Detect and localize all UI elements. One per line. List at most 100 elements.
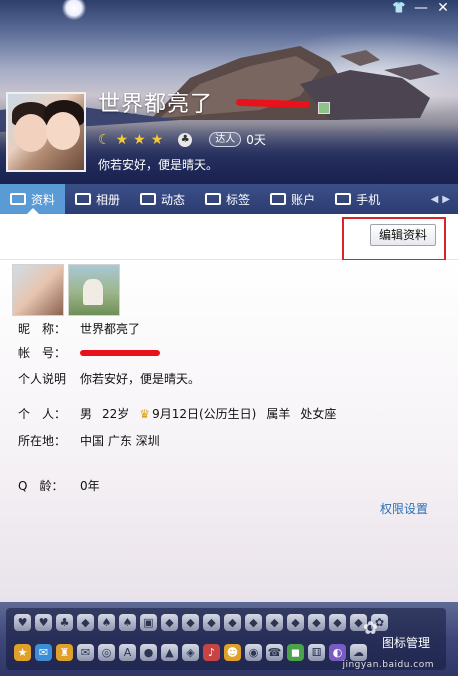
tab-tags[interactable]: 标签 (195, 184, 260, 214)
redacted-account-number (80, 349, 160, 356)
dice-icon[interactable]: ⚅ (308, 644, 325, 661)
field-label: 所在地： (18, 434, 67, 448)
window-controls: 👕 — ✕ (388, 0, 454, 18)
icon-row-top: ♥ ♥ ♣ ◆ ♠ ♠ ▣ ◆ ◆ ◆ ◆ ◆ ◆ ◆ ◆ ◆ ◆ ✿ (14, 614, 388, 631)
penguin-icon[interactable]: ♣ (178, 132, 193, 147)
minimize-button[interactable]: — (410, 0, 432, 18)
mail-app-icon[interactable]: ✉ (35, 644, 52, 661)
birthday: 9月12日(公历生日) (152, 407, 257, 421)
edit-pencil-icon[interactable] (318, 102, 330, 114)
graduation-cap-icon[interactable]: ▲ (161, 644, 178, 661)
status-badge[interactable]: 达人 (209, 132, 242, 147)
avatar[interactable] (6, 92, 86, 172)
row-qage: Q 龄： 0年 (18, 477, 100, 494)
diamond-badge-icon[interactable]: ◆ (245, 614, 262, 631)
star-badge-icon[interactable]: ★ (14, 644, 31, 661)
diamond-badge-icon[interactable]: ◆ (224, 614, 241, 631)
penguin-badge-icon[interactable]: ♠ (98, 614, 115, 631)
diamond-badge-icon[interactable]: ◆ (203, 614, 220, 631)
zodiac: 属羊 (266, 407, 291, 421)
active-days: 0天 (246, 133, 266, 147)
game-badge-icon[interactable]: ♜ (56, 644, 73, 661)
birthday-group: ♛ 9月12日(公历生日) (139, 405, 256, 422)
level-star-icon: ★ (133, 131, 146, 148)
field-label: Q 龄： (18, 479, 64, 493)
wallet-icon (270, 193, 287, 205)
row-nickname: 昵 称： 世界都亮了 (18, 320, 140, 337)
tab-album[interactable]: 相册 (65, 184, 130, 214)
field-value: 你若安好，便是晴天。 (80, 372, 201, 386)
profile-nickname: 世界都亮了 (98, 92, 214, 117)
row-location: 所在地： 中国 广东 深圳 (18, 432, 160, 449)
heart-badge-icon[interactable]: ♥ (14, 614, 31, 631)
diamond-badge-icon[interactable]: ◆ (266, 614, 283, 631)
field-value: 0年 (80, 479, 100, 493)
diamond-badge-icon[interactable]: ◆ (77, 614, 94, 631)
tab-bar: 资料 相册 动态 标签 账户 手机 ◀▶ (0, 184, 458, 214)
profile-details: 昵 称： 世界都亮了 帐 号： 个人说明 你若安好，便是晴天。 个 人： 男 2… (0, 260, 458, 602)
tab-label: 手机 (356, 192, 381, 207)
photo-album-icon (75, 193, 92, 205)
speech-icon[interactable]: ◐ (329, 644, 346, 661)
chat-bubble-icon[interactable]: ● (140, 644, 157, 661)
diamond-badge-icon[interactable]: ◆ (329, 614, 346, 631)
field-value (80, 349, 160, 356)
car-icon[interactable]: ◼ (287, 644, 304, 661)
bookmark-icon (205, 193, 222, 205)
tab-mobile[interactable]: 手机 (325, 184, 390, 214)
penguin-badge-icon[interactable]: ♠ (119, 614, 136, 631)
field-value: 男 22岁 ♛ 9月12日(公历生日) 属羊 处女座 (80, 405, 336, 422)
list-icon (140, 193, 157, 205)
diamond-badge-icon[interactable]: ◆ (287, 614, 304, 631)
diamond-badge-icon[interactable]: ◆ (182, 614, 199, 631)
shield-icon[interactable]: ◈ (182, 644, 199, 661)
tab-label: 动态 (161, 192, 186, 207)
field-label: 帐 号： (18, 346, 67, 360)
crown-icon: ♛ (139, 406, 151, 421)
row-account: 帐 号： (18, 344, 160, 361)
level-star-icon: ★ (115, 131, 129, 148)
heart-badge-icon[interactable]: ♥ (35, 614, 52, 631)
field-value: 中国 广东 深圳 (80, 434, 160, 448)
icon-manager-button[interactable]: 图标管理 (382, 634, 430, 651)
level-row: ☾ ★ ★ ★ ♣ 达人 0天 (98, 131, 266, 148)
mobile-phone-icon (335, 193, 352, 205)
icon-row-bottom: ★ ✉ ♜ ✉ ◎ A ● ▲ ◈ ♪ ☻ ◉ ☎ ◼ ⚅ ◐ ☁ (14, 644, 367, 661)
shirt-icon[interactable]: 👕 (388, 0, 410, 18)
cloud-icon[interactable]: ☁ (350, 644, 367, 661)
tab-label: 资料 (31, 192, 56, 207)
level-star-icon: ★ (150, 131, 164, 148)
profile-card-icon (10, 193, 26, 205)
game-badge-icon[interactable]: ▣ (140, 614, 157, 631)
icon-manager-label: 图标管理 (381, 636, 430, 650)
signature: 你若安好，便是晴天。 (98, 158, 219, 172)
avatar-face-right (46, 112, 80, 150)
photo-thumbnail[interactable] (68, 264, 120, 316)
tab-account[interactable]: 账户 (260, 184, 325, 214)
tab-label: 账户 (291, 192, 316, 207)
pet-icon[interactable]: ☻ (224, 644, 241, 661)
diamond-badge-icon[interactable]: ◆ (308, 614, 325, 631)
photo-thumbnail[interactable] (12, 264, 64, 316)
field-label: 个 人： (18, 407, 67, 421)
permission-settings-link[interactable]: 权限设置 (380, 500, 428, 517)
phone-icon[interactable]: ☎ (266, 644, 283, 661)
profile-window: 👕 — ✕ 世界都亮了 ☾ ★ ★ ★ ♣ 达人 0天 你若安好，便是晴天。 资… (0, 0, 458, 676)
gender: 男 (80, 407, 93, 421)
gift-badge-icon[interactable]: ♣ (56, 614, 73, 631)
camera-icon[interactable]: ◉ (245, 644, 262, 661)
photo-strip (12, 264, 120, 316)
tab-scroll-arrows[interactable]: ◀▶ (431, 194, 458, 205)
row-description: 个人说明 你若安好，便是晴天。 (18, 370, 200, 387)
envelope-icon[interactable]: ✉ (77, 644, 94, 661)
tab-feed[interactable]: 动态 (130, 184, 195, 214)
star-sign: 处女座 (300, 407, 337, 421)
music-icon[interactable]: ♪ (203, 644, 220, 661)
level-moon-icon: ☾ (98, 131, 111, 148)
icon-tray: ♥ ♥ ♣ ◆ ♠ ♠ ▣ ◆ ◆ ◆ ◆ ◆ ◆ ◆ ◆ ◆ ◆ ✿ ★ ✉ … (0, 602, 458, 676)
close-button[interactable]: ✕ (432, 0, 454, 18)
diamond-badge-icon[interactable]: ◆ (161, 614, 178, 631)
app-icon[interactable]: A (119, 644, 136, 661)
qzone-icon[interactable]: ◎ (98, 644, 115, 661)
field-value: 世界都亮了 (80, 322, 141, 336)
